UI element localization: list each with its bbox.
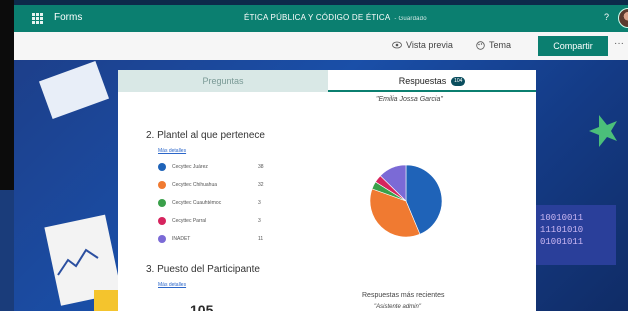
preview-button[interactable]: Vista previa — [392, 40, 453, 50]
legend-item: Cecyttec Chihuahua 32 — [158, 180, 278, 190]
legend-count: 11 — [258, 236, 264, 242]
legend-label: Cecyttec Cuauhtémoc — [172, 200, 222, 206]
theme-button[interactable]: Tema — [476, 40, 511, 50]
legend-count: 3 — [258, 218, 261, 224]
form-title: ÉTICA PÚBLICA Y CÓDIGO DE ÉTICA - Guardad… — [244, 13, 427, 22]
legend-item: Cecyttec Cuauhtémoc 3 — [158, 198, 278, 208]
recent-response-quote: "Asistente admin" — [374, 304, 421, 310]
legend-item: Cecyttec Parral 3 — [158, 216, 278, 226]
legend-count: 3 — [258, 200, 261, 206]
eye-icon — [392, 41, 402, 49]
app-header: Forms ÉTICA PÚBLICA Y CÓDIGO DE ÉTICA - G… — [14, 5, 628, 32]
recent-responses-label: Respuestas más recientes — [362, 292, 445, 299]
command-bar: Vista previa Tema Compartir ··· — [14, 32, 628, 60]
left-edge-art — [0, 190, 14, 311]
tab-responses[interactable]: Respuestas 104 — [328, 70, 536, 92]
question-2-details-link[interactable]: Más detalles — [158, 148, 186, 154]
legend-swatch — [158, 199, 166, 207]
question-3-title: 3. Puesto del Participante — [146, 264, 260, 275]
latest-response-quote: "Emilia Jossa Garcia" — [376, 96, 443, 103]
svg-text:11101010: 11101010 — [540, 225, 583, 235]
legend-label: Cecyttec Parral — [172, 218, 207, 224]
legend-item: INADET 11 — [158, 234, 278, 244]
form-title-text: ÉTICA PÚBLICA Y CÓDIGO DE ÉTICA — [244, 13, 391, 22]
response-count-badge: 104 — [451, 77, 466, 87]
avatar[interactable] — [618, 8, 628, 28]
question-3-total: 105 — [190, 302, 214, 311]
tab-responses-label: Respuestas — [398, 76, 447, 86]
question-2-title: 2. Plantel al que pertenece — [146, 130, 265, 141]
share-button[interactable]: Compartir — [538, 36, 608, 56]
legend-swatch — [158, 235, 166, 243]
tab-questions[interactable]: Preguntas — [118, 70, 328, 92]
preview-label: Vista previa — [406, 40, 453, 50]
app-launcher-icon[interactable] — [32, 13, 43, 24]
question-3-details-link[interactable]: Más detalles — [158, 282, 186, 288]
palette-icon — [476, 40, 485, 50]
theme-label: Tema — [489, 40, 512, 50]
svg-text:01001011: 01001011 — [540, 237, 583, 247]
legend-swatch — [158, 163, 166, 171]
legend-count: 32 — [258, 182, 264, 188]
legend-item: Cecyttec Juárez 38 — [158, 162, 278, 172]
help-icon[interactable]: ? — [604, 12, 609, 22]
legend-label: Cecyttec Chihuahua — [172, 182, 218, 188]
legend-swatch — [158, 181, 166, 189]
app-name[interactable]: Forms — [54, 12, 82, 23]
legend-label: Cecyttec Juárez — [172, 164, 208, 170]
saved-status: - Guardado — [394, 16, 427, 22]
more-options-icon[interactable]: ··· — [614, 38, 624, 49]
legend-swatch — [158, 217, 166, 225]
legend-label: INADET — [172, 236, 191, 242]
question-2-pie-chart — [369, 164, 443, 238]
legend-count: 38 — [258, 164, 264, 170]
svg-text:10010011: 10010011 — [540, 213, 583, 223]
